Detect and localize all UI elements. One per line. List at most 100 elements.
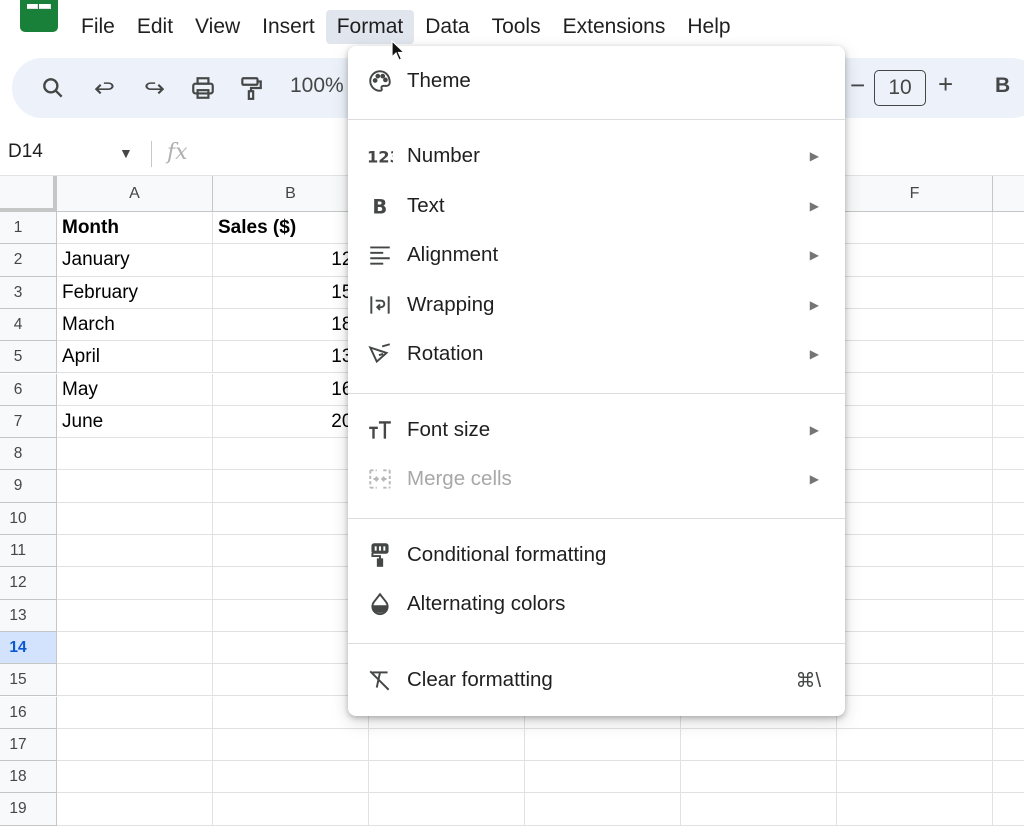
column-header-a[interactable]: A [57,176,213,212]
column-header-f[interactable]: F [837,176,993,212]
bold-button[interactable]: B [995,74,1010,98]
row-header-16[interactable]: 16 [0,696,57,729]
row-header-10[interactable]: 10 [0,502,57,535]
menu-item-rotation[interactable]: Rotation ▶ [348,331,845,377]
cell-a17[interactable] [57,728,213,762]
print-button[interactable] [186,71,220,105]
cell-g11[interactable] [993,535,1024,568]
cell-f8[interactable] [837,438,993,471]
cell-g2[interactable] [993,244,1024,277]
menu-file[interactable]: File [70,10,126,44]
cell-a4[interactable]: March [57,308,213,342]
menu-item-conditional-formatting[interactable]: Conditional formatting [348,532,845,578]
cell-b1[interactable]: Sales ($) [213,212,369,245]
cell-g14[interactable] [993,632,1024,665]
row-header-13[interactable]: 13 [0,599,57,632]
cell-f19[interactable] [837,793,993,826]
cell-f14[interactable] [837,631,993,665]
cell-b15[interactable] [213,664,369,697]
cell-g16[interactable] [993,697,1024,729]
cell-f2[interactable] [837,244,993,277]
search-menus-button[interactable] [36,71,70,105]
row-header-8[interactable]: 8 [0,438,57,471]
cell-d17[interactable] [525,728,681,762]
cell-b2[interactable]: 120 [213,244,369,277]
cell-f17[interactable] [837,728,993,762]
cell-f12[interactable] [837,567,993,600]
cell-f13[interactable] [837,599,993,632]
row-header-12[interactable]: 12 [0,567,57,600]
row-header-1[interactable]: 1 [0,212,57,245]
column-header-g[interactable] [993,176,1024,212]
cell-g10[interactable] [993,503,1024,535]
column-header-b[interactable]: B [213,176,369,212]
increase-font-size-button[interactable]: + [938,69,953,100]
row-header-18[interactable]: 18 [0,761,57,794]
cell-c17[interactable] [369,728,525,762]
cell-f4[interactable] [837,308,993,342]
cell-g17[interactable] [993,729,1024,762]
cell-f16[interactable] [837,696,993,729]
menu-insert[interactable]: Insert [251,10,326,44]
cell-e18[interactable] [681,761,837,794]
cell-f9[interactable] [837,470,993,503]
cell-e17[interactable] [681,728,837,762]
cell-g13[interactable] [993,600,1024,632]
cell-b3[interactable]: 150 [213,276,369,309]
cell-a15[interactable] [57,664,213,697]
cell-a9[interactable] [57,470,213,503]
cell-b4[interactable]: 180 [213,308,369,342]
menu-item-alignment[interactable]: Alignment ▶ [348,232,845,278]
cell-c18[interactable] [369,761,525,794]
cell-f3[interactable] [837,276,993,309]
cell-d18[interactable] [525,761,681,794]
row-header-4[interactable]: 4 [0,308,57,342]
cell-g18[interactable] [993,761,1024,794]
cell-f5[interactable] [837,341,993,374]
menu-item-text[interactable]: B Text ▶ [348,183,845,229]
cell-f11[interactable] [837,535,993,568]
row-header-17[interactable]: 17 [0,728,57,762]
cell-e19[interactable] [681,793,837,826]
cell-g15[interactable] [993,664,1024,697]
cell-g4[interactable] [993,309,1024,342]
cell-a18[interactable] [57,761,213,794]
row-header-5[interactable]: 5 [0,341,57,374]
row-header-9[interactable]: 9 [0,470,57,503]
cell-a11[interactable] [57,535,213,568]
cell-a5[interactable]: April [57,341,213,374]
cell-a2[interactable]: January [57,244,213,277]
cell-g19[interactable] [993,793,1024,826]
menu-help[interactable]: Help [676,10,741,44]
menu-format[interactable]: Format [325,10,415,44]
cell-b18[interactable] [213,761,369,794]
row-header-6[interactable]: 6 [0,373,57,406]
cell-f6[interactable] [837,373,993,406]
decrease-font-size-button[interactable]: − [850,70,865,101]
cell-a19[interactable] [57,793,213,826]
menu-item-theme[interactable]: Theme [348,58,845,104]
cell-a16[interactable] [57,696,213,729]
cell-g7[interactable] [993,406,1024,439]
row-header-2[interactable]: 2 [0,244,57,277]
cell-b6[interactable]: 160 [213,373,369,406]
sheets-logo[interactable] [20,0,58,32]
cell-b16[interactable] [213,696,369,729]
cell-g3[interactable] [993,277,1024,309]
cell-f10[interactable] [837,502,993,535]
menu-view[interactable]: View [184,10,251,44]
row-header-14[interactable]: 14 [0,631,57,665]
select-all-corner[interactable] [0,176,57,212]
cell-b8[interactable] [213,438,369,471]
cell-a8[interactable] [57,438,213,471]
cell-b10[interactable] [213,502,369,535]
cell-c19[interactable] [369,793,525,826]
menu-item-wrapping[interactable]: Wrapping ▶ [348,282,845,328]
cell-g6[interactable] [993,374,1024,406]
menu-item-number[interactable]: 123 Number ▶ [348,133,845,179]
cell-b12[interactable] [213,567,369,600]
cell-g8[interactable] [993,438,1024,471]
cell-a7[interactable]: June [57,405,213,439]
cell-a6[interactable]: May [57,373,213,406]
menu-tools[interactable]: Tools [481,10,552,44]
